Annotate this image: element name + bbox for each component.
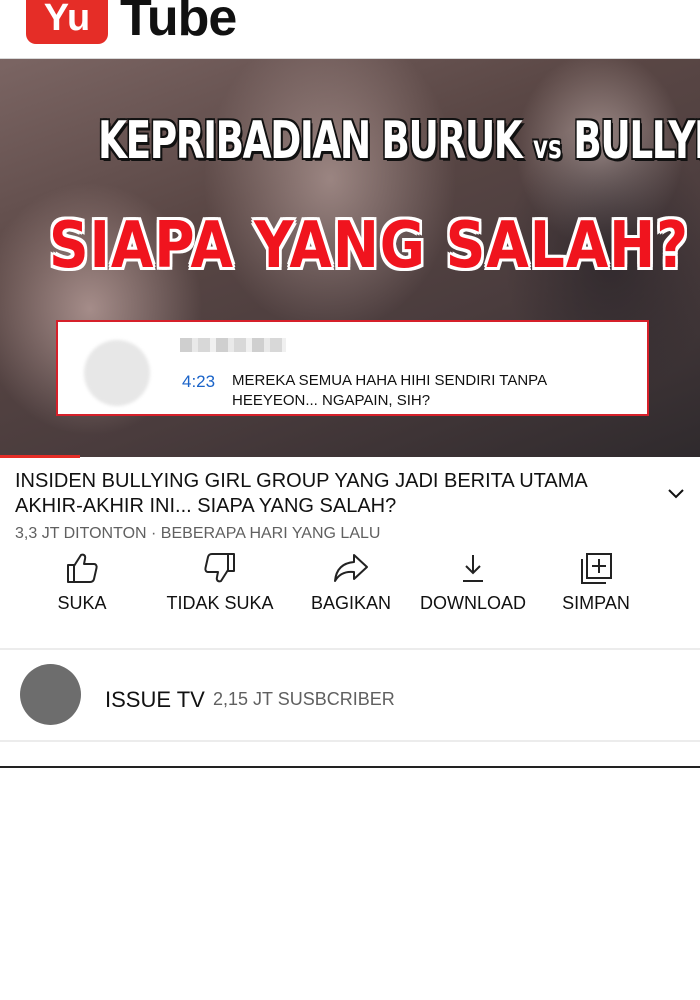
add-to-playlist-icon	[581, 553, 612, 584]
quoted-comment: 4:23 MEREKA SEMUA HAHA HIHI SENDIRI TANP…	[56, 320, 649, 416]
download-icon	[463, 555, 483, 582]
channel-subscriber-count: 2,15 JT SUSBCRIBER	[213, 689, 395, 709]
thumbnail-title-line2: SIAPA YANG SALAH?	[49, 209, 689, 283]
video-meta: 3,3 JT DITONTON · BEBERAPA HARI YANG LAL…	[15, 525, 381, 542]
thumbs-up-icon	[67, 553, 98, 583]
divider	[0, 740, 700, 742]
thumbnail-title-vs: vs	[532, 128, 562, 166]
thumbnail-title-line1: KEPRIBADIAN BURUK vs BULLYING	[97, 111, 700, 171]
thumbnail-title-part2: BULLYING	[573, 111, 700, 171]
save-button[interactable]: SIMPAN	[557, 550, 635, 630]
share-label: BAGIKAN	[310, 593, 392, 613]
share-icon	[334, 554, 368, 582]
video-title: INSIDEN BULLYING GIRL GROUP YANG JADI BE…	[15, 470, 587, 517]
divider	[0, 648, 700, 650]
share-button[interactable]: BAGIKAN	[304, 550, 398, 630]
channel-name[interactable]: ISSUE TV	[105, 687, 205, 713]
logo-mark[interactable]: Yu	[26, 0, 108, 44]
comment-avatar	[84, 340, 150, 406]
app-header: Yu Tube	[0, 0, 700, 59]
download-label: DOWNLOAD	[419, 593, 526, 613]
video-thumbnail[interactable]: KEPRIBADIAN BURUK vs BULLYING SIAPA YANG…	[0, 59, 700, 457]
thumbs-down-icon	[204, 553, 235, 583]
like-button[interactable]: SUKA	[45, 550, 119, 630]
logo-text: Tube	[120, 0, 237, 47]
bottom-border	[0, 766, 700, 768]
thumbnail-title-part1: KEPRIBADIAN BURUK	[97, 111, 533, 171]
download-button[interactable]: DOWNLOAD	[414, 550, 532, 630]
chevron-down-icon[interactable]	[666, 484, 686, 504]
comment-username-blurred	[180, 338, 286, 352]
video-progress-bar[interactable]	[0, 455, 80, 458]
dislike-label: TIDAK SUKA	[166, 593, 274, 613]
comment-timestamp[interactable]: 4:23	[182, 372, 215, 392]
comment-text: MEREKA SEMUA HAHA HIHI SENDIRI TANPA HEE…	[232, 372, 547, 409]
channel-avatar[interactable]	[20, 664, 81, 725]
dislike-button[interactable]: TIDAK SUKA	[160, 550, 280, 630]
like-label: SUKA	[57, 593, 107, 613]
save-label: SIMPAN	[562, 593, 630, 613]
